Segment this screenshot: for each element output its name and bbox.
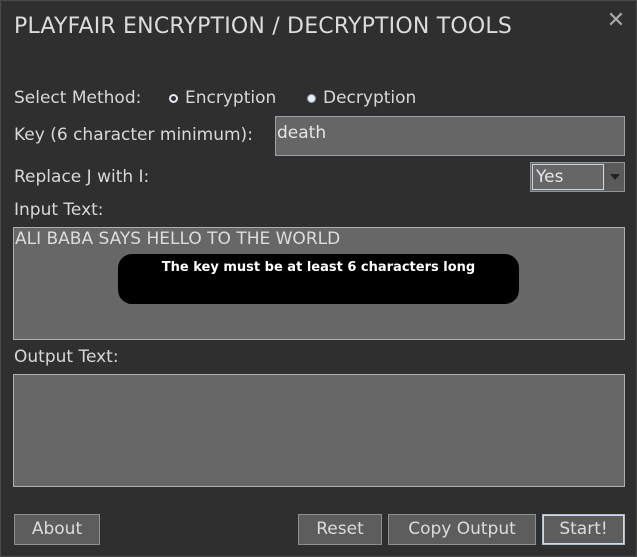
replace-select-value: Yes bbox=[532, 164, 604, 190]
radio-encryption-label: Encryption bbox=[185, 88, 277, 108]
key-label: Key (6 character minimum): bbox=[14, 125, 253, 145]
radio-decryption[interactable]: Decryption bbox=[307, 88, 416, 108]
copy-output-button[interactable]: Copy Output bbox=[388, 514, 536, 545]
radio-decryption-label: Decryption bbox=[323, 88, 417, 108]
replace-select[interactable]: Yes bbox=[530, 162, 625, 192]
radio-encryption[interactable]: Encryption bbox=[169, 88, 276, 108]
reset-button[interactable]: Reset bbox=[298, 514, 382, 545]
chevron-down-icon[interactable] bbox=[605, 163, 624, 191]
output-text-label: Output Text: bbox=[14, 347, 119, 367]
method-label: Select Method: bbox=[14, 88, 142, 108]
radio-unselected-icon bbox=[307, 93, 316, 103]
start-button[interactable]: Start! bbox=[542, 514, 625, 545]
output-textarea[interactable] bbox=[13, 374, 625, 487]
close-icon[interactable]: ✕ bbox=[604, 9, 628, 33]
radio-selected-icon bbox=[169, 93, 178, 103]
window-title: PLAYFAIR ENCRYPTION / DECRYPTION TOOLS bbox=[14, 14, 513, 39]
main-window: PLAYFAIR ENCRYPTION / DECRYPTION TOOLS ✕… bbox=[0, 0, 637, 557]
error-toast: The key must be at least 6 characters lo… bbox=[118, 254, 519, 304]
replace-label: Replace J with I: bbox=[14, 167, 150, 187]
key-input[interactable]: death bbox=[275, 116, 625, 156]
about-button[interactable]: About bbox=[14, 514, 100, 545]
input-text-label: Input Text: bbox=[14, 200, 104, 220]
